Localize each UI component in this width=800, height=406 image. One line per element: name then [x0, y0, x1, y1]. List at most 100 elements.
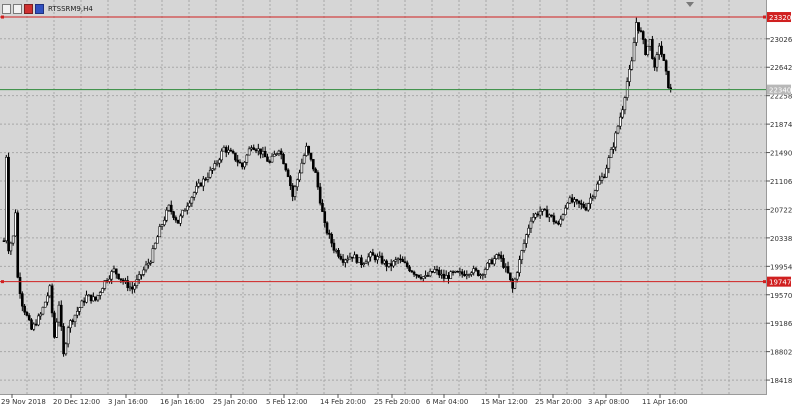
candle-bear	[172, 211, 175, 218]
chart-window-icon-2	[13, 3, 22, 14]
candle-bear	[279, 150, 283, 155]
time-tick-label: 25 Jan 20:00	[213, 398, 257, 406]
candle-bear	[435, 269, 439, 271]
candle-bull	[9, 242, 13, 252]
candle-bull	[470, 272, 473, 275]
chart-window[interactable]: 23026 22642 22258 21874 21490 21106 20722 20338…	[0, 0, 800, 406]
candle-bull	[541, 208, 544, 212]
candle-bull	[55, 321, 58, 338]
candle-bull	[73, 314, 77, 323]
candle-bear	[602, 176, 606, 179]
level-handle-left-top	[1, 15, 4, 19]
candle-bull	[78, 307, 81, 312]
candle-bear	[385, 260, 388, 267]
candle-bear	[18, 277, 22, 294]
candle-bear	[311, 159, 315, 170]
candle-bull	[520, 250, 524, 260]
candle-bull	[211, 168, 214, 171]
candle-bear	[497, 254, 501, 256]
candle-bull	[165, 209, 168, 221]
candle-bear	[419, 276, 423, 279]
level-price-label-bottom: 19747	[769, 279, 791, 287]
candle-bull	[227, 149, 230, 153]
candle-bear	[360, 257, 363, 266]
candle-bull	[394, 259, 398, 262]
candle-bull	[163, 219, 166, 226]
candle-bull	[596, 183, 599, 191]
candle-bear	[53, 312, 56, 338]
candle-bear	[21, 293, 24, 307]
candle-bull	[481, 274, 485, 276]
candle-bear	[669, 87, 673, 90]
time-tick-label: 3 Jan 16:00	[108, 398, 148, 406]
chart-shift-arrow-icon[interactable]	[686, 2, 694, 7]
candle-bear	[582, 204, 585, 208]
candle-bull	[273, 154, 276, 157]
candle-bear	[316, 172, 320, 188]
candle-bull	[353, 254, 356, 259]
candle-bear	[174, 217, 178, 221]
candle-bull	[458, 271, 462, 274]
candle-bull	[158, 226, 162, 238]
candle-bull	[277, 150, 281, 154]
candle-bull	[612, 146, 615, 150]
candle-bull	[623, 97, 627, 111]
price-chart[interactable]: 2302622642222582187421490211062072220338…	[0, 0, 800, 406]
candle-bear	[309, 152, 313, 160]
candle-bear	[252, 147, 256, 150]
grid-layer	[0, 0, 766, 394]
price-tick-label: 21490	[770, 150, 792, 158]
candle-bear	[114, 268, 118, 275]
candle-bull	[449, 271, 453, 279]
candle-bull	[257, 148, 260, 152]
candle-bear	[460, 271, 464, 275]
candle-bear	[405, 262, 409, 268]
candle-bull	[657, 45, 661, 55]
candle-bull	[43, 301, 47, 308]
candle-bear	[330, 233, 333, 244]
candle-bear	[410, 270, 414, 273]
price-tick-label: 21874	[770, 121, 793, 129]
time-tick-label: 20 Dec 12:00	[53, 398, 100, 406]
candle-bear	[117, 273, 120, 279]
candle-bull	[344, 259, 347, 263]
candle-bear	[268, 161, 272, 163]
candle-bear	[653, 58, 656, 68]
candle-bull	[465, 274, 469, 277]
time-tick-label: 5 Feb 12:00	[266, 398, 307, 406]
candle-bull	[245, 154, 249, 163]
candle-bull	[142, 269, 146, 275]
candle-bull	[222, 147, 226, 152]
candle-bull	[378, 255, 382, 258]
candle-bull	[362, 263, 366, 266]
level-handle-right-bottom	[763, 280, 766, 284]
candle-bear	[509, 272, 512, 281]
candle-bull	[195, 185, 198, 193]
candle-bull	[302, 155, 306, 164]
candle-bull	[616, 125, 620, 134]
candle-bear	[224, 147, 228, 153]
candle-bull	[4, 156, 8, 242]
candle-bull	[192, 192, 196, 198]
candle-bear	[552, 215, 556, 223]
candle-bull	[215, 162, 219, 165]
candle-bear	[318, 186, 322, 204]
candle-bear	[16, 212, 20, 278]
candle-bear	[321, 202, 324, 212]
candle-bull	[593, 190, 597, 198]
candle-bull	[64, 343, 68, 355]
candle-bull	[140, 274, 143, 276]
candle-bull	[305, 145, 308, 156]
candle-bull	[179, 215, 182, 224]
candle-bull	[46, 295, 49, 303]
candle-bear	[415, 274, 418, 276]
candle-bear	[651, 39, 654, 59]
candle-bull	[605, 167, 608, 178]
candle-bear	[474, 268, 478, 271]
level-price-label-top: 23320	[769, 14, 791, 22]
candle-bear	[451, 271, 455, 274]
candle-bull	[467, 274, 471, 276]
candle-bear	[62, 326, 65, 355]
chart-title-bar: RTSSRM9,H4	[2, 3, 93, 14]
candle-bull	[600, 176, 604, 181]
